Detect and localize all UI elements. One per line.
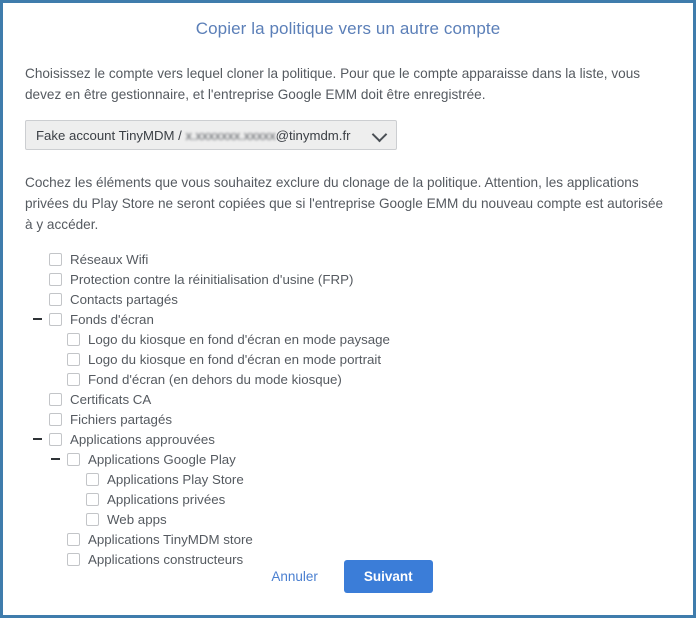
tree-item-label: Certificats CA (70, 391, 152, 407)
account-select-suffix: @tinymdm.fr (275, 127, 351, 143)
tree-row: Contacts partagés (25, 289, 671, 309)
tree-item-label: Applications TinyMDM store (88, 531, 253, 547)
exclusion-tree: Réseaux Wifi Protection contre la réiniti… (25, 249, 671, 569)
tree-item-checkbox[interactable] (49, 432, 62, 446)
tree-item-label: Logo du kiosque en fond d'écran en mode … (88, 331, 390, 347)
tree-row: Applications Google Play (25, 449, 671, 469)
tree-item-checkbox[interactable] (49, 272, 62, 286)
tree-item-label: Web apps (107, 511, 167, 527)
tree-item-checkbox[interactable] (67, 452, 80, 466)
tree-item-label: Applications Play Store (107, 471, 244, 487)
tree-item-label: Applications Google Play (88, 451, 236, 467)
tree-item-checkbox[interactable] (86, 512, 99, 526)
tree-item-label: Réseaux Wifi (70, 251, 149, 267)
tree-item-label: Protection contre la réinitialisation d'… (70, 271, 354, 287)
account-select-redacted-email: x.xxxxxxx.xxxxx (185, 127, 276, 143)
chevron-down-icon[interactable] (371, 126, 388, 143)
tree-item-label: Contacts partagés (70, 291, 178, 307)
next-button[interactable]: Suivant (343, 560, 433, 593)
tree-row: Applications Play Store (25, 469, 671, 489)
tree-item-checkbox[interactable] (86, 492, 99, 506)
collapse-minus-icon[interactable] (49, 453, 61, 465)
tree-item-checkbox[interactable] (86, 472, 99, 486)
tree-item-label: Applications privées (107, 491, 226, 507)
tree-row: Applications privées (25, 489, 671, 509)
tree-item-checkbox[interactable] (67, 372, 80, 386)
tree-row: Fonds d'écran (25, 309, 671, 329)
instructions-text: Cochez les éléments que vous souhaitez e… (25, 175, 664, 232)
tree-row: Fichiers partagés (25, 409, 671, 429)
account-select-value: Fake account TinyMDM / x.xxxxxxx.xxxxx@t… (36, 128, 351, 143)
dialog-footer: Annuler Suivant (3, 560, 693, 593)
copy-policy-dialog: Copier la politique vers un autre compte… (0, 0, 696, 618)
tree-row: Web apps (25, 509, 671, 529)
tree-item-checkbox[interactable] (67, 352, 80, 366)
tree-row: Réseaux Wifi (25, 249, 671, 269)
tree-item-checkbox[interactable] (67, 532, 80, 546)
account-select-prefix: Fake account TinyMDM / (36, 127, 186, 143)
collapse-minus-icon[interactable] (31, 313, 43, 325)
tree-item-checkbox[interactable] (67, 332, 80, 346)
intro-text: Choisissez le compte vers lequel cloner … (25, 66, 641, 102)
tree-item-checkbox[interactable] (49, 252, 62, 266)
tree-row: Logo du kiosque en fond d'écran en mode … (25, 329, 671, 349)
tree-item-checkbox[interactable] (49, 292, 62, 306)
tree-item-checkbox[interactable] (49, 392, 62, 406)
account-select[interactable]: Fake account TinyMDM / x.xxxxxxx.xxxxx@t… (25, 120, 397, 150)
tree-item-label: Fichiers partagés (70, 411, 172, 427)
tree-item-label: Logo du kiosque en fond d'écran en mode … (88, 351, 382, 367)
tree-item-checkbox[interactable] (49, 312, 62, 326)
tree-item-checkbox[interactable] (49, 412, 62, 426)
tree-item-label: Fond d'écran (en dehors du mode kiosque) (88, 371, 342, 387)
tree-row: Logo du kiosque en fond d'écran en mode … (25, 349, 671, 369)
collapse-minus-icon[interactable] (31, 433, 43, 445)
tree-item-label: Applications approuvées (70, 431, 215, 447)
tree-row: Applications TinyMDM store (25, 529, 671, 549)
account-select-wrap: Fake account TinyMDM / x.xxxxxxx.xxxxx@t… (25, 120, 671, 150)
tree-row: Fond d'écran (en dehors du mode kiosque) (25, 369, 671, 389)
tree-row: Applications approuvées (25, 429, 671, 449)
dialog-title: Copier la politique vers un autre compte (195, 19, 501, 38)
tree-row: Certificats CA (25, 389, 671, 409)
tree-item-label: Fonds d'écran (70, 311, 154, 327)
cancel-button[interactable]: Annuler (263, 563, 326, 590)
tree-row: Protection contre la réinitialisation d'… (25, 269, 671, 289)
